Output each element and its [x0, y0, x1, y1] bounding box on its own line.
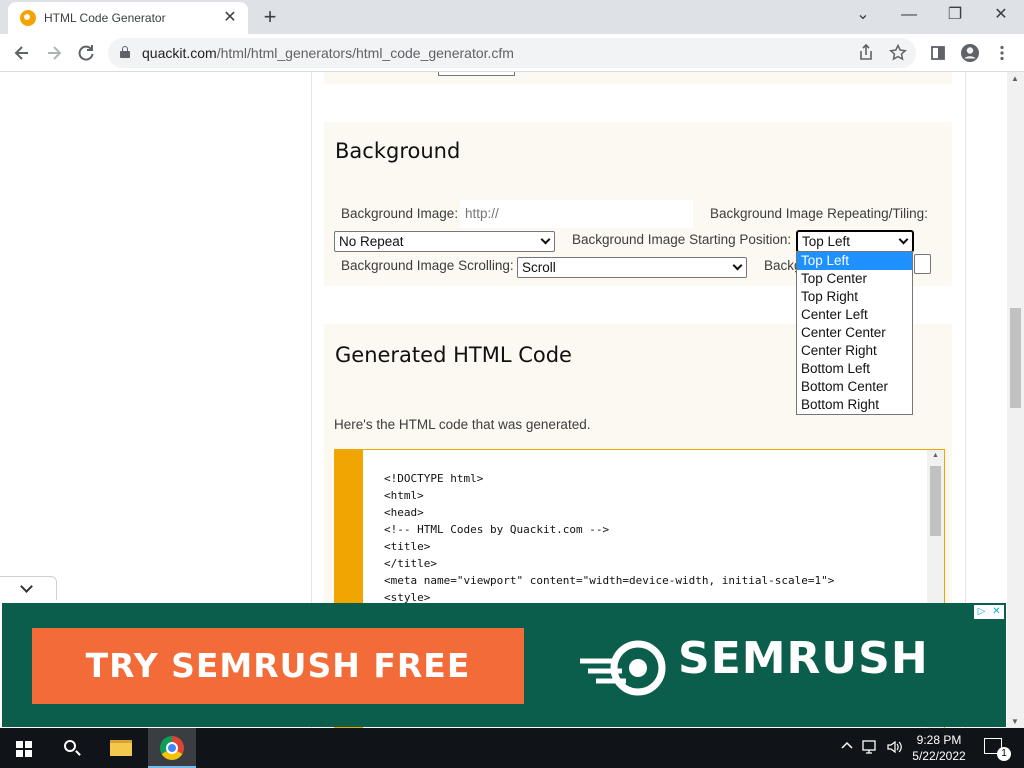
- collapse-ad-button[interactable]: [0, 576, 57, 600]
- forward-arrow-icon[interactable]: [40, 39, 68, 67]
- bg-position-label: Background Image Starting Position:: [572, 232, 792, 247]
- clock-time: 9:28 PM: [916, 733, 962, 747]
- ad-cta-button[interactable]: TRY SEMRUSH FREE: [32, 628, 524, 704]
- search-icon: [64, 740, 76, 752]
- chrome-taskbar-button[interactable]: [148, 728, 196, 768]
- bg-position-select[interactable]: Top Left: [796, 230, 914, 253]
- dropdown-option[interactable]: Top Left: [797, 252, 912, 270]
- code-line: <head>: [384, 506, 424, 519]
- share-icon[interactable]: [852, 39, 880, 67]
- bg-image-label: Background Image:: [341, 206, 459, 221]
- browser-tab-bar: HTML Code Generator ✕ + ⌄ — ❐ ✕: [0, 0, 1024, 34]
- adchoices-icon[interactable]: ▷: [974, 605, 989, 619]
- url-text: quackit.com/html/html_generators/html_co…: [142, 45, 514, 61]
- bg-scroll-select[interactable]: Scroll: [517, 257, 747, 278]
- ad-close-icon[interactable]: ✕: [989, 605, 1004, 619]
- clock-date: 5/22/2022: [912, 749, 966, 763]
- scroll-up-arrow-icon[interactable]: ▲: [932, 452, 939, 459]
- url-path: /html/html_generators/html_code_generato…: [216, 45, 514, 61]
- browser-tab[interactable]: HTML Code Generator ✕: [8, 2, 248, 34]
- search-button[interactable]: [48, 728, 96, 768]
- bg-repeat-label: Background Image Repeating/Tiling:: [710, 206, 928, 221]
- dropdown-option[interactable]: Center Left: [797, 306, 912, 324]
- back-arrow-icon[interactable]: [8, 39, 36, 67]
- code-line: <html>: [384, 489, 424, 502]
- file-explorer-button[interactable]: [96, 728, 144, 768]
- start-button[interactable]: [0, 728, 48, 768]
- tab-title: HTML Code Generator: [44, 11, 166, 25]
- close-window-button[interactable]: ✕: [978, 0, 1024, 30]
- background-heading: Background: [335, 139, 461, 163]
- code-line: </title>: [384, 557, 437, 570]
- windows-logo-icon: [16, 741, 32, 757]
- chevron-down-icon: [898, 234, 909, 245]
- code-lines: <!DOCTYPE html> <html> <head> <!-- HTML Cod…: [384, 470, 834, 606]
- profile-icon[interactable]: [956, 39, 984, 67]
- notification-badge: 1: [997, 747, 1011, 761]
- bg-position-value: Top Left: [802, 234, 851, 249]
- tab-close-icon[interactable]: ✕: [220, 8, 240, 28]
- semrush-logo-icon: [580, 640, 666, 696]
- chevron-down-icon: [540, 234, 551, 245]
- generated-html-heading: Generated HTML Code: [335, 343, 572, 367]
- dropdown-option[interactable]: Bottom Right: [797, 396, 912, 414]
- code-line: <!-- HTML Codes by Quackit.com -->: [384, 523, 610, 536]
- code-line: <title>: [384, 540, 431, 553]
- notification-icon[interactable]: 1: [984, 738, 1011, 761]
- semrush-ad-banner[interactable]: TRY SEMRUSH FREE SEMRUSH ▷ ✕: [2, 603, 1006, 727]
- dropdown-option[interactable]: Top Center: [797, 270, 912, 288]
- network-icon[interactable]: [862, 739, 880, 758]
- dropdown-option[interactable]: Center Right: [797, 342, 912, 360]
- bg-repeat-select[interactable]: No Repeat: [334, 231, 555, 252]
- chevron-up-icon[interactable]: [840, 739, 854, 756]
- reload-icon[interactable]: [72, 39, 100, 67]
- volume-icon[interactable]: [886, 739, 904, 758]
- chevron-down-icon: [732, 260, 743, 271]
- maximize-button[interactable]: ❐: [932, 0, 978, 30]
- system-clock[interactable]: 9:28 PM 5/22/2022: [908, 732, 970, 764]
- new-tab-button[interactable]: +: [258, 4, 282, 30]
- code-scroll-thumb[interactable]: [930, 466, 941, 536]
- scroll-down-arrow-icon[interactable]: ▼: [1011, 717, 1019, 726]
- chrome-icon: [160, 736, 184, 760]
- ad-choices[interactable]: ▷ ✕: [974, 605, 1004, 619]
- browser-toolbar: quackit.com/html/html_generators/html_co…: [0, 34, 1024, 72]
- dropdown-option[interactable]: Center Center: [797, 324, 912, 342]
- code-line: <meta name="viewport" content="width=dev…: [384, 574, 835, 587]
- address-bar[interactable]: quackit.com/html/html_generators/html_co…: [108, 38, 916, 68]
- bg-repeat-value: No Repeat: [339, 234, 404, 249]
- previous-section-fragment: [324, 72, 952, 84]
- windows-taskbar: 9:28 PM 5/22/2022 1: [0, 728, 1024, 768]
- partial-input-field[interactable]: [438, 72, 515, 76]
- bg-scroll-label: Background Image Scrolling:: [341, 258, 514, 273]
- dropdown-option[interactable]: Top Right: [797, 288, 912, 306]
- lock-icon[interactable]: [120, 46, 130, 58]
- page-scrollbar[interactable]: ▲ ▼: [1007, 72, 1024, 728]
- generated-intro-text: Here's the HTML code that was generated.: [334, 417, 591, 432]
- bg-color-field[interactable]: [914, 254, 931, 274]
- minimize-button[interactable]: —: [886, 0, 932, 30]
- code-line: <!DOCTYPE html>: [384, 472, 484, 485]
- url-host: quackit.com: [142, 45, 217, 61]
- position-dropdown-list[interactable]: Top Left Top Center Top Right Center Left Ce…: [796, 251, 913, 415]
- bg-scroll-value: Scroll: [522, 260, 556, 275]
- folder-icon: [110, 740, 132, 756]
- chevron-down-icon: [20, 580, 33, 593]
- side-panel-icon[interactable]: [924, 39, 952, 67]
- tab-search-icon[interactable]: ⌄: [840, 0, 886, 30]
- ad-brand-name: SEMRUSH: [678, 633, 929, 684]
- quackit-favicon-icon: [20, 10, 36, 26]
- star-icon[interactable]: [884, 39, 912, 67]
- scroll-up-arrow-icon[interactable]: ▲: [1011, 74, 1019, 83]
- page-scroll-thumb[interactable]: [1010, 308, 1021, 408]
- kebab-menu-icon[interactable]: [988, 39, 1016, 67]
- bg-image-url-input[interactable]: [460, 200, 693, 228]
- dropdown-option[interactable]: Bottom Left: [797, 360, 912, 378]
- dropdown-option[interactable]: Bottom Center: [797, 378, 912, 396]
